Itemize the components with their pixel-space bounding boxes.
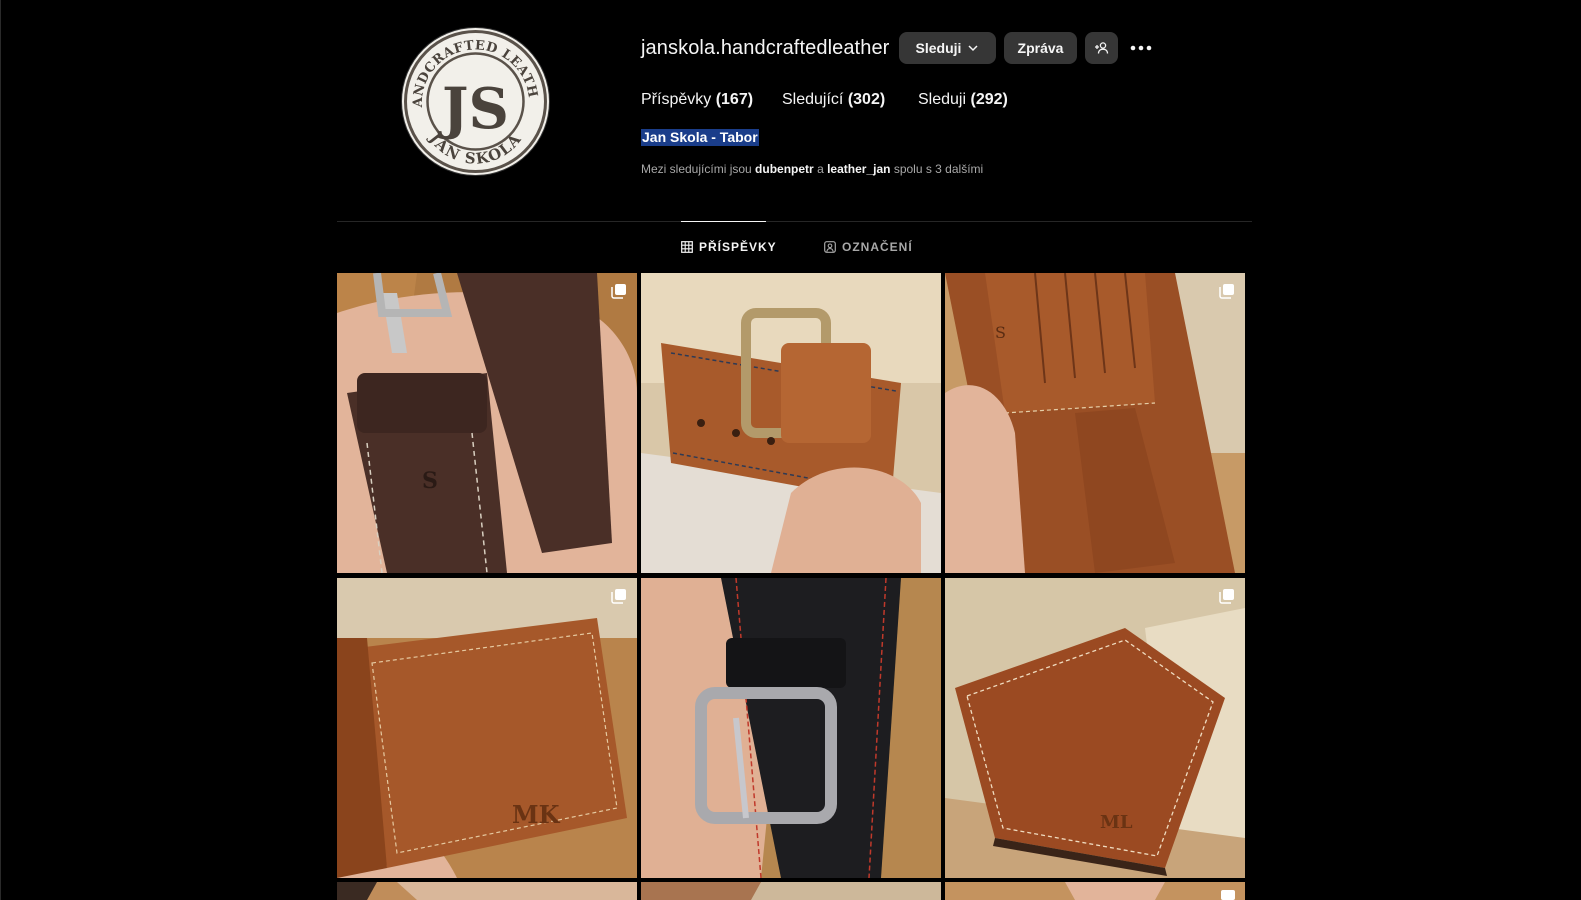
- mutuals-prefix: Mezi sledujícími jsou: [641, 162, 752, 176]
- followers-number: (302): [847, 91, 886, 108]
- mutuals-suffix: spolu s 3 dalšími: [893, 162, 984, 176]
- suggest-similar-button[interactable]: [1085, 32, 1118, 64]
- post-tile[interactable]: [641, 578, 941, 878]
- following-label: Sleduji: [918, 91, 967, 108]
- post-image: [945, 882, 1245, 900]
- svg-text:JS: JS: [437, 76, 509, 142]
- posts-count: Příspěvky (167): [641, 91, 753, 109]
- tabs-divider: [337, 221, 1252, 222]
- mutuals-joiner: a: [817, 162, 824, 176]
- profile-full-name: Jan Skola - Tabor: [641, 129, 759, 146]
- carousel-icon: [1219, 589, 1234, 604]
- following-button-label: Sleduji: [915, 40, 962, 56]
- post-tile[interactable]: ML: [945, 578, 1245, 878]
- chevron-down-icon: [968, 45, 978, 52]
- post-tile[interactable]: [641, 273, 941, 573]
- post-image: [641, 882, 941, 900]
- profile-username: janskola.handcraftedleather: [641, 37, 890, 59]
- followers-link[interactable]: Sledující (302): [782, 91, 885, 109]
- following-button[interactable]: Sleduji: [899, 32, 996, 64]
- post-image: ML: [945, 578, 1245, 878]
- tagged-icon: [824, 241, 836, 253]
- following-link[interactable]: Sleduji (292): [918, 91, 1008, 109]
- svg-text:ML: ML: [1100, 812, 1133, 833]
- following-number: (292): [970, 91, 1008, 108]
- post-tile[interactable]: S: [945, 273, 1245, 573]
- posts-label: Příspěvky: [641, 91, 712, 108]
- svg-text:S: S: [422, 468, 438, 494]
- posts-number: (167): [715, 91, 754, 108]
- add-person-icon: [1094, 42, 1108, 54]
- more-horizontal-icon: [1130, 45, 1152, 51]
- more-options-button[interactable]: [1126, 34, 1156, 62]
- post-tile[interactable]: S: [337, 273, 637, 573]
- post-image: S: [945, 273, 1245, 573]
- tab-posts[interactable]: PŘÍSPĚVKY: [681, 240, 777, 254]
- tab-tagged[interactable]: OZNAČENÍ: [824, 240, 913, 254]
- message-button[interactable]: Zpráva: [1004, 32, 1077, 64]
- post-tile[interactable]: [337, 882, 637, 900]
- carousel-icon: [611, 284, 626, 299]
- profile-avatar[interactable]: HANDCRAFTED LEATHER JAN SKOLA JS: [402, 28, 549, 175]
- message-button-label: Zpráva: [1017, 40, 1064, 56]
- post-image: MK: [337, 578, 637, 878]
- svg-text:S: S: [995, 323, 1006, 342]
- grid-icon: [681, 241, 693, 253]
- brand-logo: HANDCRAFTED LEATHER JAN SKOLA JS: [402, 28, 547, 173]
- mutual-user-2: leather_jan: [827, 162, 891, 176]
- mutual-user-1: dubenpetr: [755, 162, 814, 176]
- tab-tagged-label: OZNAČENÍ: [842, 240, 913, 254]
- post-tile[interactable]: [641, 882, 941, 900]
- post-image: [641, 273, 941, 573]
- post-image: [641, 578, 941, 878]
- carousel-icon: [611, 589, 626, 604]
- tab-posts-label: PŘÍSPĚVKY: [699, 240, 777, 254]
- svg-text:MK: MK: [512, 800, 561, 829]
- post-image: [337, 882, 637, 900]
- followers-label: Sledující: [782, 91, 844, 108]
- carousel-icon: [1219, 284, 1234, 299]
- post-image: S: [337, 273, 637, 573]
- mutual-followers[interactable]: Mezi sledujícími jsou dubenpetr a leathe…: [641, 162, 983, 176]
- post-tile[interactable]: MK: [337, 578, 637, 878]
- active-tab-indicator: [681, 221, 766, 222]
- post-tile[interactable]: [945, 882, 1245, 900]
